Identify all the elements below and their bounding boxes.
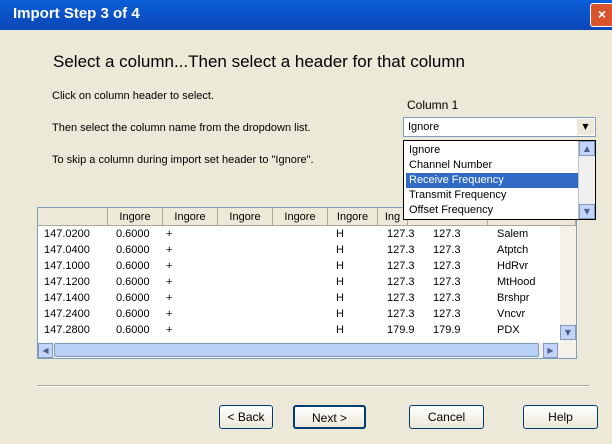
back-button[interactable]: < Back — [219, 405, 273, 429]
grid-vertical-scrollbar[interactable]: ▼ — [560, 226, 576, 342]
data-grid[interactable]: Ingore Ingore Ingore Ingore Ingore Ing 1… — [37, 207, 577, 359]
title-bar[interactable]: Import Step 3 of 4 × — [0, 0, 612, 30]
close-icon[interactable]: × — [590, 3, 612, 27]
grid-cell: H — [336, 292, 344, 304]
dropdown-value: Ignore — [408, 121, 440, 133]
grid-cell: 179.9 — [433, 324, 461, 336]
grid-cell: Salem — [497, 228, 529, 240]
dropdown-scrollbar[interactable]: ▲ ▼ — [578, 141, 595, 219]
scroll-left-icon[interactable]: ◀ — [38, 343, 53, 358]
button-separator — [37, 385, 589, 387]
window-title: Import Step 3 of 4 — [13, 5, 140, 22]
column-header-4[interactable]: Ingore — [273, 208, 328, 226]
option-ignore[interactable]: Ignore — [406, 143, 581, 158]
grid-cell: + — [166, 228, 173, 240]
grid-cell: Brshpr — [497, 292, 530, 304]
scroll-right-icon[interactable]: ▶ — [543, 343, 558, 358]
grid-cell: H — [336, 324, 344, 336]
grid-cell: H — [336, 276, 344, 288]
dropdown-list[interactable]: Ignore Channel Number Receive Frequency … — [403, 140, 596, 220]
grid-cell: 127.3 — [387, 292, 415, 304]
grid-cell: H — [336, 308, 344, 320]
column-header-dropdown[interactable]: Ignore ▼ — [403, 117, 596, 137]
grid-cell: 127.3 — [433, 276, 461, 288]
grid-cell: H — [336, 260, 344, 272]
grid-cell: + — [166, 292, 173, 304]
grid-cell: 147.2800 — [44, 324, 90, 336]
grid-cell: + — [166, 260, 173, 272]
grid-cell: 0.6000 — [116, 292, 150, 304]
instruction-2: Then select the column name from the dro… — [52, 122, 311, 134]
column-header-1[interactable]: Ingore — [108, 208, 163, 226]
grid-cell: 147.1000 — [44, 260, 90, 272]
option-offset-frequency[interactable]: Offset Frequency — [406, 203, 581, 218]
grid-cell: + — [166, 324, 173, 336]
cancel-button[interactable]: Cancel — [409, 405, 484, 429]
instruction-3: To skip a column during import set heade… — [52, 154, 314, 166]
column-header-3[interactable]: Ingore — [218, 208, 273, 226]
option-channel-number[interactable]: Channel Number — [406, 158, 581, 173]
grid-cell: 127.3 — [387, 260, 415, 272]
grid-cell: 127.3 — [433, 308, 461, 320]
instruction-1: Click on column header to select. — [52, 90, 215, 102]
grid-cell: 0.6000 — [116, 260, 150, 272]
grid-cell: 127.3 — [387, 308, 415, 320]
grid-cell: HdRvr — [497, 260, 529, 272]
grid-cell: 147.0400 — [44, 244, 90, 256]
grid-cell: 127.3 — [433, 228, 461, 240]
step-heading: Select a column...Then select a header f… — [53, 52, 466, 71]
grid-cell: 127.3 — [387, 244, 415, 256]
column-label: Column 1 — [407, 98, 459, 112]
grid-cell: + — [166, 244, 173, 256]
option-transmit-frequency[interactable]: Transmit Frequency — [406, 188, 581, 203]
next-button[interactable]: Next > — [293, 405, 366, 429]
grid-cell: 0.6000 — [116, 324, 150, 336]
grid-cell: 127.3 — [433, 260, 461, 272]
help-button[interactable]: Help — [523, 405, 598, 429]
grid-cell: H — [336, 228, 344, 240]
scroll-up-icon[interactable]: ▲ — [579, 141, 595, 156]
grid-cell: 0.6000 — [116, 228, 150, 240]
grid-cell: Atptch — [497, 244, 529, 256]
column-header-0[interactable] — [38, 208, 108, 226]
grid-cell: H — [336, 244, 344, 256]
column-header-5[interactable]: Ingore — [328, 208, 378, 226]
grid-cell: 147.0200 — [44, 228, 90, 240]
grid-cell: Vncvr — [497, 308, 526, 320]
grid-cell: 127.3 — [387, 276, 415, 288]
grid-cell: 0.6000 — [116, 276, 150, 288]
grid-cell: + — [166, 308, 173, 320]
chevron-down-icon[interactable]: ▼ — [577, 119, 594, 135]
import-dialog: Import Step 3 of 4 × Select a column...T… — [0, 0, 612, 444]
scroll-down-icon[interactable]: ▼ — [560, 325, 576, 340]
grid-cell: 0.6000 — [116, 244, 150, 256]
grid-cell: 179.9 — [387, 324, 415, 336]
grid-cell: 127.3 — [387, 228, 415, 240]
column-header-2[interactable]: Ingore — [163, 208, 218, 226]
scroll-down-icon[interactable]: ▼ — [579, 204, 595, 219]
grid-cell: 127.3 — [433, 292, 461, 304]
grid-horizontal-scrollbar[interactable]: ◀ ▶ — [38, 342, 576, 358]
option-receive-frequency[interactable]: Receive Frequency — [406, 173, 581, 188]
grid-cell: MtHood — [497, 276, 536, 288]
scroll-thumb[interactable] — [54, 343, 539, 357]
grid-cell: 147.1200 — [44, 276, 90, 288]
grid-cell: + — [166, 276, 173, 288]
grid-cell: 147.2400 — [44, 308, 90, 320]
grid-cell: 147.1400 — [44, 292, 90, 304]
grid-cell: 127.3 — [433, 244, 461, 256]
grid-cell: PDX — [497, 324, 520, 336]
grid-cell: 0.6000 — [116, 308, 150, 320]
